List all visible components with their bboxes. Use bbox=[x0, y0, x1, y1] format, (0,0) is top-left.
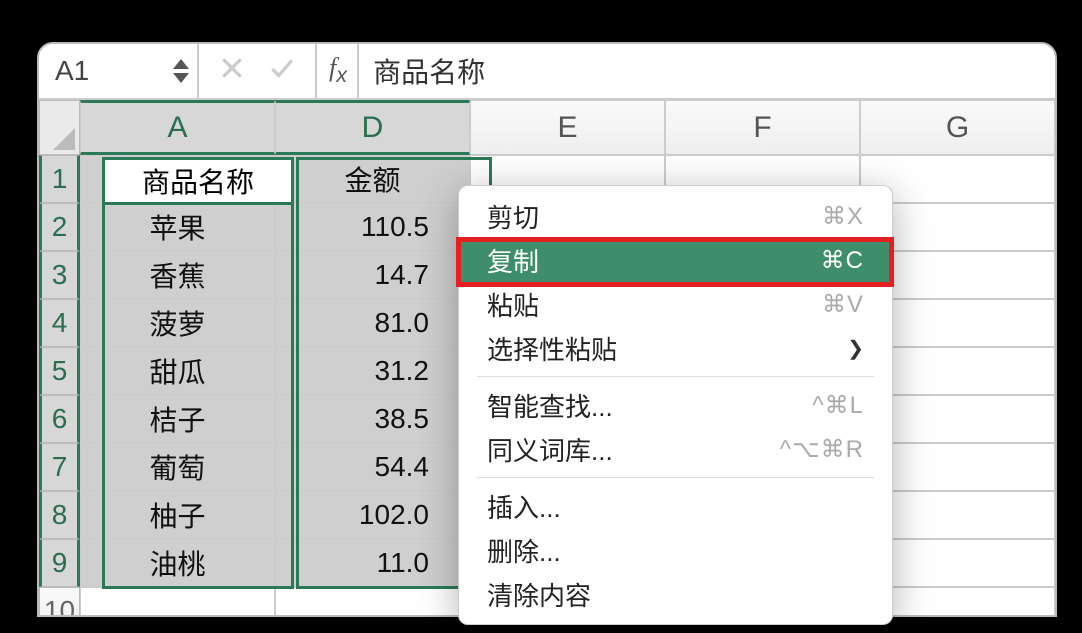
cell-d5[interactable]: 31.2 bbox=[275, 347, 470, 395]
shortcut: ^⌥⌘R bbox=[780, 435, 864, 464]
menu-label: 清除内容 bbox=[487, 576, 591, 613]
shortcut: ⌘V bbox=[822, 290, 864, 319]
cancel-icon[interactable] bbox=[219, 55, 245, 88]
menu-item-剪切[interactable]: 剪切 ⌘X bbox=[459, 194, 892, 238]
cell-a9[interactable]: 油桃 bbox=[80, 539, 275, 587]
shortcut: ⌘X bbox=[822, 202, 864, 231]
stepper-up-icon[interactable] bbox=[173, 59, 189, 69]
chevron-right-icon: ❯ bbox=[847, 336, 864, 361]
cell-d6[interactable]: 38.5 bbox=[275, 395, 470, 443]
stepper-down-icon[interactable] bbox=[173, 73, 189, 83]
menu-item-智能查找...[interactable]: 智能查找... ^⌘L bbox=[459, 383, 892, 427]
context-menu: 剪切 ⌘X 复制 ⌘C 粘贴 ⌘V 选择性粘贴 ❯ 智能查找... ^⌘L 同义词库... ^⌥⌘R 插… bbox=[458, 185, 893, 625]
cell-d4[interactable]: 81.0 bbox=[275, 299, 470, 347]
menu-item-清除内容[interactable]: 清除内容 bbox=[459, 572, 892, 616]
cell-d10[interactable] bbox=[275, 587, 470, 617]
row-header-3[interactable]: 3 bbox=[39, 251, 80, 299]
menu-label: 删除... bbox=[487, 532, 561, 569]
cell-a3[interactable]: 香蕉 bbox=[80, 251, 275, 299]
menu-item-选择性粘贴[interactable]: 选择性粘贴 ❯ bbox=[459, 326, 892, 370]
col-header-e[interactable]: E bbox=[470, 100, 665, 155]
menu-item-粘贴[interactable]: 粘贴 ⌘V bbox=[459, 282, 892, 326]
menu-label: 剪切 bbox=[487, 198, 539, 235]
cell-d1[interactable]: 金额 bbox=[275, 155, 470, 203]
column-headers: A D E F G bbox=[39, 100, 1055, 155]
row-header-9[interactable]: 9 bbox=[39, 539, 80, 587]
col-header-d[interactable]: D bbox=[275, 100, 470, 155]
cell-a2[interactable]: 苹果 bbox=[80, 203, 275, 251]
menu-label: 插入... bbox=[487, 488, 561, 525]
formula-buttons bbox=[199, 44, 317, 98]
menu-item-插入...[interactable]: 插入... bbox=[459, 484, 892, 528]
menu-separator bbox=[477, 376, 874, 377]
formula-input[interactable]: 商品名称 bbox=[357, 44, 1055, 98]
cell-d2[interactable]: 110.5 bbox=[275, 203, 470, 251]
menu-label: 智能查找... bbox=[487, 387, 613, 424]
name-box[interactable]: A1 bbox=[39, 44, 199, 98]
row-header-4[interactable]: 4 bbox=[39, 299, 80, 347]
cell-a5[interactable]: 甜瓜 bbox=[80, 347, 275, 395]
formula-bar: A1 fx 商品名称 bbox=[39, 44, 1055, 100]
cell-d7[interactable]: 54.4 bbox=[275, 443, 470, 491]
col-header-f[interactable]: F bbox=[665, 100, 860, 155]
cell-reference: A1 bbox=[55, 55, 165, 87]
menu-separator bbox=[477, 477, 874, 478]
menu-label: 同义词库... bbox=[487, 431, 613, 468]
row-header-1[interactable]: 1 bbox=[39, 155, 80, 203]
cell-d9[interactable]: 11.0 bbox=[275, 539, 470, 587]
row-header-7[interactable]: 7 bbox=[39, 443, 80, 491]
row-header-2[interactable]: 2 bbox=[39, 203, 80, 251]
cell-d8[interactable]: 102.0 bbox=[275, 491, 470, 539]
row-header-10[interactable]: 10 bbox=[39, 587, 80, 617]
fx-label[interactable]: fx bbox=[317, 44, 359, 98]
confirm-icon[interactable] bbox=[269, 55, 295, 88]
menu-label: 选择性粘贴 bbox=[487, 330, 617, 367]
cell-a1[interactable]: 商品名称 bbox=[80, 155, 275, 203]
menu-item-删除...[interactable]: 删除... bbox=[459, 528, 892, 572]
col-header-a[interactable]: A bbox=[80, 100, 275, 155]
menu-item-复制[interactable]: 复制 ⌘C bbox=[459, 238, 892, 282]
cell-d3[interactable]: 14.7 bbox=[275, 251, 470, 299]
cell-a8[interactable]: 柚子 bbox=[80, 491, 275, 539]
name-box-stepper[interactable] bbox=[173, 59, 189, 83]
shortcut: ^⌘L bbox=[812, 391, 864, 420]
shortcut: ⌘C bbox=[821, 246, 864, 275]
row-header-6[interactable]: 6 bbox=[39, 395, 80, 443]
menu-label: 复制 bbox=[487, 242, 539, 279]
cell-a6[interactable]: 桔子 bbox=[80, 395, 275, 443]
cell-a10[interactable] bbox=[80, 587, 275, 617]
row-header-8[interactable]: 8 bbox=[39, 491, 80, 539]
select-all-corner[interactable] bbox=[39, 100, 80, 155]
menu-item-同义词库...[interactable]: 同义词库... ^⌥⌘R bbox=[459, 427, 892, 471]
menu-label: 粘贴 bbox=[487, 286, 539, 323]
row-header-5[interactable]: 5 bbox=[39, 347, 80, 395]
cell-a7[interactable]: 葡萄 bbox=[80, 443, 275, 491]
col-header-g[interactable]: G bbox=[860, 100, 1055, 155]
cell-a4[interactable]: 菠萝 bbox=[80, 299, 275, 347]
